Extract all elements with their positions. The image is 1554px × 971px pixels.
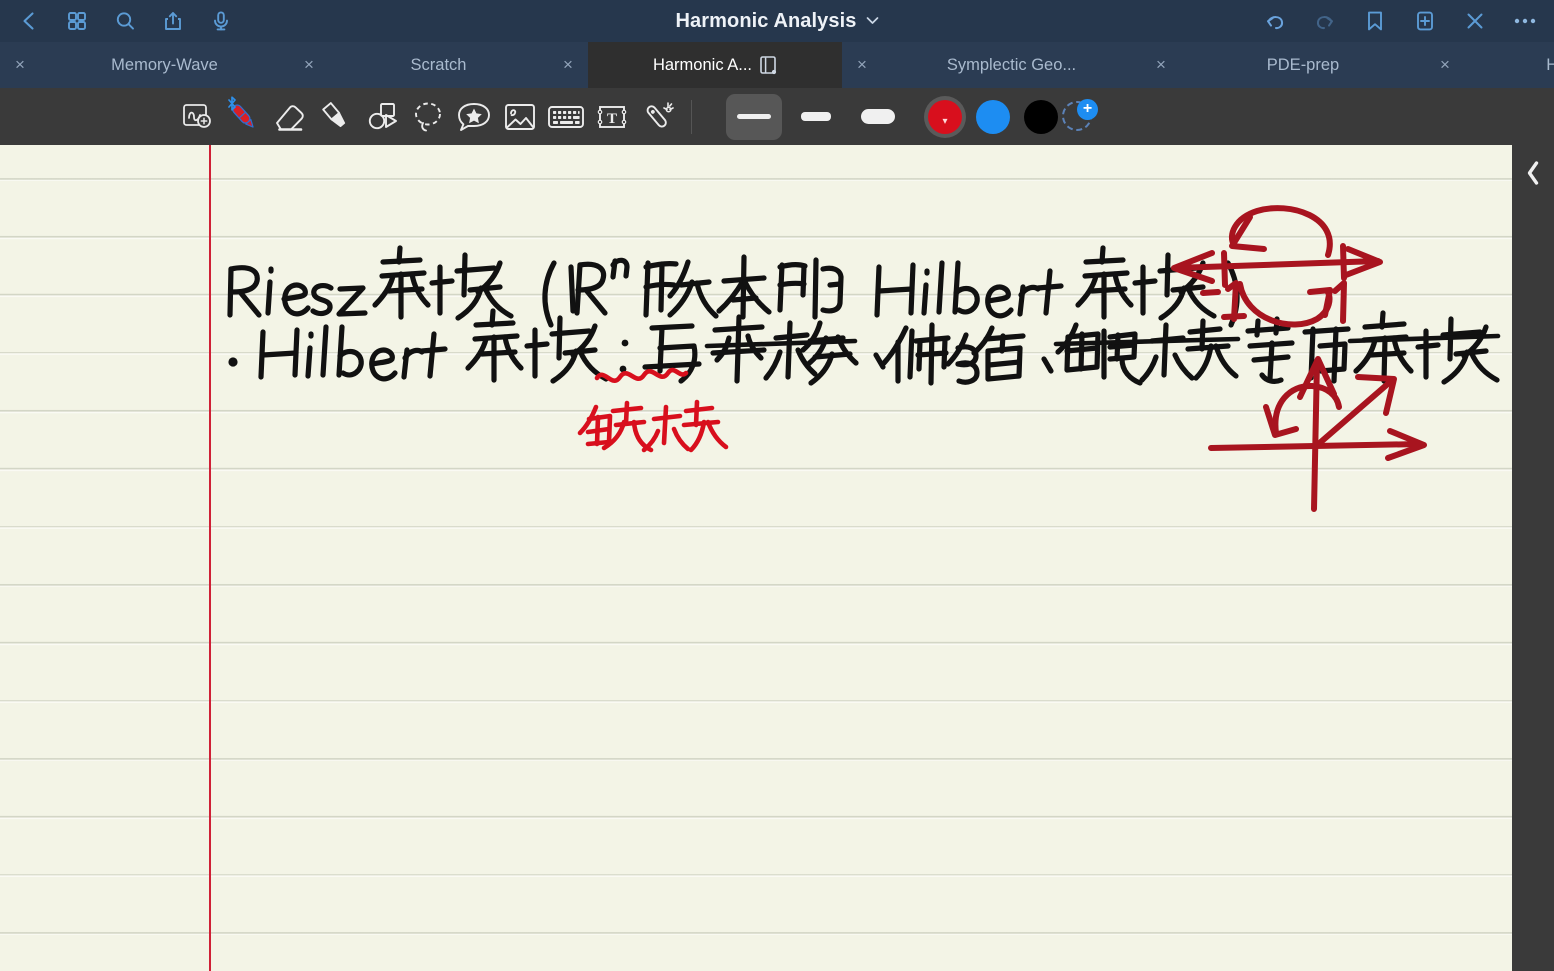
stroke-width-thick[interactable] bbox=[850, 94, 906, 140]
magic-wand-icon[interactable] bbox=[635, 94, 681, 140]
share-icon[interactable] bbox=[160, 8, 186, 34]
note-tab-bar: × Memory-Wave × Scratch × Harmonic A... × Sympl… bbox=[0, 42, 1554, 88]
tab-label: Memory-Wave bbox=[111, 55, 218, 74]
tab-close-icon[interactable]: × bbox=[289, 42, 329, 88]
nav-left-group bbox=[0, 8, 234, 34]
color-swatch-black[interactable] bbox=[1024, 99, 1058, 134]
redo-icon[interactable] bbox=[1312, 8, 1338, 34]
stroke-width-thin[interactable] bbox=[726, 93, 782, 140]
sticker-icon[interactable] bbox=[451, 94, 497, 140]
tab-label: PDE-prep bbox=[1266, 55, 1340, 74]
lasso-icon[interactable] bbox=[405, 94, 451, 140]
margin-line bbox=[209, 145, 211, 971]
tab-harmonic-a[interactable]: × Harmonic A... bbox=[548, 42, 842, 88]
add-color-button[interactable]: + bbox=[1062, 98, 1098, 135]
tab-close-icon[interactable]: × bbox=[0, 42, 40, 88]
keyboard-icon[interactable] bbox=[543, 94, 589, 140]
back-icon[interactable] bbox=[16, 8, 42, 34]
tab-close-icon[interactable]: × bbox=[842, 42, 882, 88]
pen-icon[interactable] bbox=[221, 94, 267, 140]
stroke-width-medium[interactable] bbox=[788, 94, 844, 140]
tab-memory-wave[interactable]: × Memory-Wave bbox=[0, 42, 289, 88]
tab-label: Harmonic A... bbox=[652, 55, 753, 74]
shapes-icon[interactable] bbox=[359, 94, 405, 140]
close-icon[interactable] bbox=[1462, 8, 1488, 34]
note-page[interactable] bbox=[0, 145, 1512, 971]
stroke-preview bbox=[861, 109, 895, 124]
highlighter-icon[interactable] bbox=[313, 94, 359, 140]
tab-symplectic-geo[interactable]: × Symplectic Geo... bbox=[842, 42, 1141, 88]
tab-body[interactable]: Memory-Wave bbox=[40, 42, 289, 88]
ruled-lines bbox=[0, 145, 1512, 971]
stroke-preview bbox=[737, 114, 771, 119]
add-page-icon[interactable] bbox=[1412, 8, 1438, 34]
search-icon[interactable] bbox=[112, 8, 138, 34]
eraser-icon[interactable] bbox=[267, 94, 313, 140]
plus-icon: + bbox=[1077, 98, 1098, 120]
note-title-button[interactable]: Harmonic Analysis bbox=[675, 10, 878, 33]
color-swatch-red[interactable]: ▾ bbox=[928, 99, 962, 134]
tab-body[interactable]: HA-prep bbox=[1465, 42, 1554, 88]
more-icon[interactable] bbox=[1512, 8, 1538, 34]
page-title: Harmonic Analysis bbox=[675, 9, 857, 32]
bookmark-icon[interactable] bbox=[1362, 8, 1388, 34]
undo-icon[interactable] bbox=[1262, 8, 1288, 34]
bluetooth-icon bbox=[226, 95, 238, 111]
color-swatch-group: ▾ bbox=[928, 99, 1058, 134]
tool-buttons-group: T bbox=[175, 94, 681, 140]
tab-close-icon[interactable]: × bbox=[1141, 42, 1181, 88]
note-canvas[interactable] bbox=[0, 145, 1554, 971]
color-swatch-blue[interactable] bbox=[976, 99, 1010, 134]
microphone-icon[interactable] bbox=[208, 8, 234, 34]
tab-ha-prep[interactable]: × HA-prep bbox=[1425, 42, 1554, 88]
text-box-icon[interactable]: T bbox=[589, 94, 635, 140]
tab-body[interactable]: Scratch bbox=[329, 42, 548, 88]
tab-label: HA-prep bbox=[1546, 55, 1554, 74]
tab-body[interactable]: PDE-prep bbox=[1181, 42, 1425, 88]
tab-close-icon[interactable]: × bbox=[1425, 42, 1465, 88]
top-navigation-bar: Harmonic Analysis bbox=[0, 0, 1554, 42]
library-grid-icon[interactable] bbox=[64, 8, 90, 34]
side-panel-toggle[interactable] bbox=[1512, 145, 1554, 205]
side-panel-rail bbox=[1512, 290, 1554, 971]
tab-close-icon[interactable]: × bbox=[548, 42, 588, 88]
drawing-toolbar: T ▾ + bbox=[0, 88, 1554, 145]
tab-label: Scratch bbox=[410, 55, 467, 74]
tab-label: Symplectic Geo... bbox=[946, 55, 1077, 74]
swatch-chevron-down-icon: ▾ bbox=[942, 115, 948, 127]
handwriting-zoom-icon[interactable] bbox=[175, 94, 221, 140]
tab-scratch[interactable]: × Scratch bbox=[289, 42, 548, 88]
stroke-preview bbox=[801, 112, 831, 121]
tab-body[interactable]: Harmonic A... bbox=[588, 42, 842, 88]
image-icon[interactable] bbox=[497, 94, 543, 140]
notability-window: Harmonic Analysis × Memory-Wave × Scratc… bbox=[0, 0, 1554, 971]
toolbar-divider bbox=[691, 99, 692, 134]
stroke-width-group bbox=[726, 93, 906, 140]
chevron-down-icon[interactable] bbox=[866, 12, 879, 30]
tab-body[interactable]: Symplectic Geo... bbox=[882, 42, 1141, 88]
chevron-left-icon bbox=[1525, 159, 1541, 192]
nav-right-group bbox=[1262, 8, 1554, 34]
tab-page-thumbnail-icon bbox=[760, 55, 777, 75]
tab-pde-prep[interactable]: × PDE-prep bbox=[1141, 42, 1425, 88]
svg-text:T: T bbox=[607, 111, 617, 127]
